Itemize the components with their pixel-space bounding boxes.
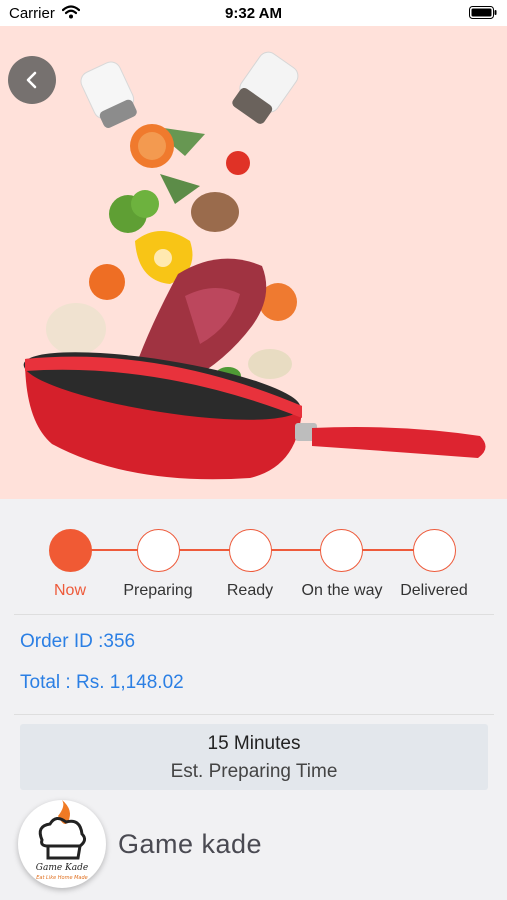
step-delivered-dot[interactable] <box>413 529 456 572</box>
prep-time-label: Est. Preparing Time <box>170 761 338 782</box>
back-button[interactable] <box>8 56 56 104</box>
hero-illustration <box>23 51 486 480</box>
step-now-dot[interactable] <box>49 529 92 572</box>
step-on-the-way-dot[interactable] <box>320 529 363 572</box>
svg-text:Eat Like Home Made: Eat Like Home Made <box>36 875 88 881</box>
order-id: Order ID :356 <box>20 631 136 652</box>
food-pan-photo <box>0 26 507 499</box>
order-progress-tracker: Now Preparing Ready On the way Delivered <box>0 499 507 614</box>
prep-time-card: 15 Minutes Est. Preparing Time <box>20 724 488 790</box>
svg-text:Game Kade: Game Kade <box>36 863 88 873</box>
divider <box>14 614 494 615</box>
restaurant-logo[interactable]: Game Kade Eat Like Home Made <box>18 800 106 888</box>
prep-time-value: 15 Minutes <box>207 733 301 754</box>
order-total: Total : Rs. 1,148.02 <box>20 672 184 693</box>
step-ready-dot[interactable] <box>229 529 272 572</box>
step-preparing-dot[interactable] <box>137 529 180 572</box>
chevron-left-icon <box>26 71 37 89</box>
chef-hat-logo-icon: Game Kade Eat Like Home Made <box>36 800 88 881</box>
battery-icon <box>469 6 497 19</box>
divider <box>14 714 494 715</box>
restaurant-name: Game kade <box>118 829 263 859</box>
status-time: 9:32 AM <box>225 5 282 22</box>
status-bar: Carrier 9:32 AM <box>0 0 507 26</box>
step-delivered-label: Delivered <box>400 582 468 599</box>
